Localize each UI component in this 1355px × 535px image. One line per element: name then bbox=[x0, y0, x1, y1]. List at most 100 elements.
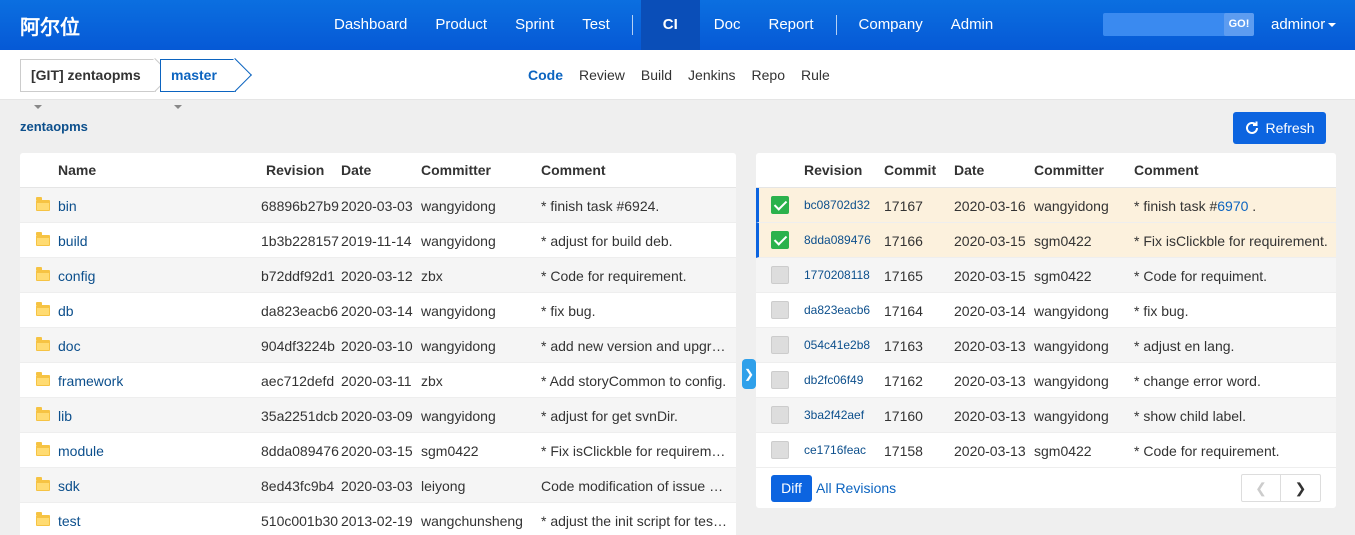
file-name-link[interactable]: config bbox=[58, 268, 95, 284]
brand-logo[interactable]: 阿尔位 bbox=[20, 11, 80, 40]
revision-link[interactable]: 1770208118 bbox=[804, 268, 870, 282]
header-committer[interactable]: Committer bbox=[421, 162, 491, 178]
subnav-jenkins[interactable]: Jenkins bbox=[680, 67, 743, 83]
file-comment: * adjust for get svnDir. bbox=[541, 408, 678, 424]
subnav-review[interactable]: Review bbox=[571, 67, 633, 83]
revision-link[interactable]: 3ba2f42aef bbox=[804, 408, 864, 422]
file-committer: wangchunsheng bbox=[421, 513, 523, 529]
repo-selector[interactable]: [GIT] zentaopms bbox=[20, 58, 172, 110]
diff-button[interactable]: Diff bbox=[771, 475, 812, 502]
nav-doc[interactable]: Doc bbox=[700, 0, 755, 50]
file-committer: leiyong bbox=[421, 478, 466, 494]
table-row[interactable]: da823eacb6 17164 2020-03-14 wangyidong * fix… bbox=[756, 293, 1336, 328]
revision-comment: * Code for requirement. bbox=[1134, 443, 1280, 459]
header-date[interactable]: Date bbox=[341, 162, 371, 178]
file-committer: zbx bbox=[421, 373, 443, 389]
header-revision[interactable]: Revision bbox=[266, 162, 324, 178]
panel-toggle[interactable]: ❯ bbox=[742, 359, 756, 389]
nav-test[interactable]: Test bbox=[568, 0, 624, 50]
chevron-right-icon: ❯ bbox=[1294, 479, 1307, 496]
table-row: framework aec712defd 2020-03-11 zbx * Add st… bbox=[20, 363, 736, 398]
chevron-right-icon: ❯ bbox=[743, 367, 755, 381]
revision-checkbox[interactable] bbox=[771, 406, 789, 424]
header-comment[interactable]: Comment bbox=[541, 162, 606, 178]
header-date: Date bbox=[954, 162, 985, 178]
revision-comment: * adjust en lang. bbox=[1134, 338, 1235, 354]
header-revision: Revision bbox=[804, 162, 863, 178]
file-name-link[interactable]: module bbox=[58, 443, 104, 459]
file-comment: Code modification of issue 19… bbox=[541, 478, 727, 494]
file-comment: * finish task #6924. bbox=[541, 198, 660, 214]
revision-link[interactable]: da823eacb6 bbox=[804, 303, 870, 317]
branch-selector[interactable]: master bbox=[160, 58, 252, 110]
table-row: test 510c001b30 2013-02-19 wangchunsheng * a… bbox=[20, 503, 736, 535]
revision-date: 2020-03-15 bbox=[954, 233, 1026, 249]
revision-link[interactable]: db2fc06f49 bbox=[804, 373, 863, 387]
subnav-build[interactable]: Build bbox=[633, 67, 680, 83]
sub-navbar: [GIT] zentaopms master Code Review Build… bbox=[0, 50, 1355, 110]
repo-path-title[interactable]: zentaopms bbox=[20, 119, 88, 134]
table-row[interactable]: db2fc06f49 17162 2020-03-13 wangyidong * cha… bbox=[756, 363, 1336, 398]
search-go-button[interactable]: GO! bbox=[1224, 13, 1254, 36]
header-name[interactable]: Name bbox=[58, 162, 96, 178]
nav-ci[interactable]: CI bbox=[640, 0, 700, 50]
nav-report[interactable]: Report bbox=[754, 0, 827, 50]
file-date: 2013-02-19 bbox=[341, 513, 413, 529]
table-row[interactable]: 054c41e2b8 17163 2020-03-13 wangyidong * adj… bbox=[756, 328, 1336, 363]
refresh-button[interactable]: Refresh bbox=[1233, 112, 1326, 144]
revision-link[interactable]: 8dda089476 bbox=[804, 233, 871, 247]
file-revision: 68896b27b9 bbox=[261, 198, 339, 214]
revision-checkbox[interactable] bbox=[771, 301, 789, 319]
revision-link[interactable]: ce1716feac bbox=[804, 443, 866, 457]
nav-company[interactable]: Company bbox=[845, 0, 937, 50]
task-link[interactable]: 6970 bbox=[1217, 198, 1248, 214]
nav-admin[interactable]: Admin bbox=[937, 0, 1008, 50]
revision-commit: 17167 bbox=[884, 198, 923, 214]
file-name-link[interactable]: db bbox=[58, 303, 74, 319]
revision-link[interactable]: bc08702d32 bbox=[804, 198, 870, 212]
file-name-link[interactable]: lib bbox=[58, 408, 72, 424]
file-date: 2020-03-14 bbox=[341, 303, 413, 319]
folder-icon bbox=[36, 337, 50, 351]
ci-subnav: Code Review Build Jenkins Repo Rule bbox=[520, 50, 838, 100]
revision-checkbox[interactable] bbox=[771, 266, 789, 284]
file-name-link[interactable]: bin bbox=[58, 198, 77, 214]
revision-rows: bc08702d32 17167 2020-03-16 wangyidong * fin… bbox=[756, 188, 1336, 468]
file-comment: * fix bug. bbox=[541, 303, 596, 319]
table-row[interactable]: ce1716feac 17158 2020-03-13 sgm0422 * Code f… bbox=[756, 433, 1336, 468]
nav-product[interactable]: Product bbox=[421, 0, 501, 50]
subnav-rule[interactable]: Rule bbox=[793, 67, 838, 83]
all-revisions-link[interactable]: All Revisions bbox=[816, 480, 896, 496]
file-name-link[interactable]: doc bbox=[58, 338, 81, 354]
nav-dashboard[interactable]: Dashboard bbox=[320, 0, 421, 50]
revision-checkbox[interactable] bbox=[771, 336, 789, 354]
caret-down-icon bbox=[174, 105, 182, 110]
table-row[interactable]: 1770208118 17165 2020-03-15 sgm0422 * Code f… bbox=[756, 258, 1336, 293]
header-commit: Commit bbox=[884, 162, 937, 178]
revision-link[interactable]: 054c41e2b8 bbox=[804, 338, 870, 352]
revision-checkbox[interactable] bbox=[771, 196, 789, 214]
file-name-link[interactable]: sdk bbox=[58, 478, 80, 494]
table-row[interactable]: bc08702d32 17167 2020-03-16 wangyidong * fin… bbox=[756, 188, 1336, 223]
revision-comment: * finish task #6970 . bbox=[1134, 198, 1257, 214]
prev-page-button[interactable]: ❮ bbox=[1242, 475, 1282, 501]
table-row: bin 68896b27b9 2020-03-03 wangyidong * finis… bbox=[20, 188, 736, 223]
nav-sprint[interactable]: Sprint bbox=[501, 0, 568, 50]
table-row[interactable]: 3ba2f42aef 17160 2020-03-13 wangyidong * sho… bbox=[756, 398, 1336, 433]
file-name-link[interactable]: build bbox=[58, 233, 88, 249]
revision-date: 2020-03-13 bbox=[954, 443, 1026, 459]
file-name-link[interactable]: test bbox=[58, 513, 81, 529]
user-menu[interactable]: adminor bbox=[1271, 16, 1337, 33]
next-page-button[interactable]: ❯ bbox=[1281, 475, 1320, 501]
subnav-code[interactable]: Code bbox=[520, 67, 571, 83]
search-input[interactable] bbox=[1103, 13, 1223, 36]
file-name-link[interactable]: framework bbox=[58, 373, 123, 389]
table-row[interactable]: 8dda089476 17166 2020-03-15 sgm0422 * Fix is… bbox=[756, 223, 1336, 258]
revision-checkbox[interactable] bbox=[771, 441, 789, 459]
folder-icon bbox=[36, 232, 50, 246]
revision-comment: * Fix isClickble for requirement. bbox=[1134, 233, 1328, 249]
revision-checkbox[interactable] bbox=[771, 371, 789, 389]
revision-checkbox[interactable] bbox=[771, 231, 789, 249]
subnav-repo[interactable]: Repo bbox=[744, 67, 793, 83]
revision-date: 2020-03-14 bbox=[954, 303, 1026, 319]
